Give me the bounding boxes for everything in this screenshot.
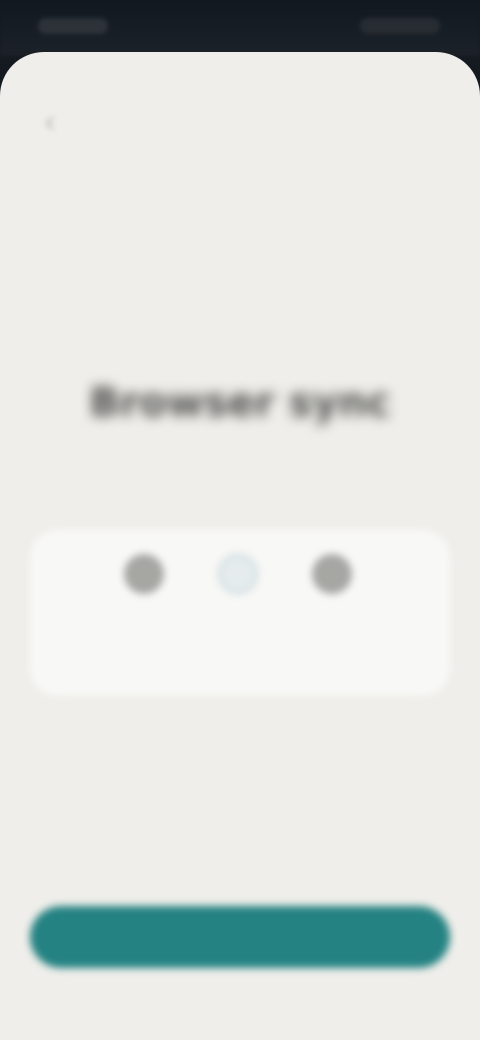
status-icons xyxy=(360,18,440,34)
device-icon xyxy=(124,554,164,594)
status-bar xyxy=(0,0,480,56)
sync-sheet: ‹ Browser sync xyxy=(0,52,480,1040)
primary-action-button[interactable] xyxy=(30,906,450,968)
sync-icon xyxy=(218,554,258,594)
back-button[interactable]: ‹ xyxy=(20,92,80,152)
page-title: Browser sync xyxy=(89,380,391,426)
device-icon xyxy=(312,554,352,594)
chevron-left-icon: ‹ xyxy=(45,105,55,138)
status-time xyxy=(38,18,108,34)
sync-card xyxy=(30,530,450,696)
